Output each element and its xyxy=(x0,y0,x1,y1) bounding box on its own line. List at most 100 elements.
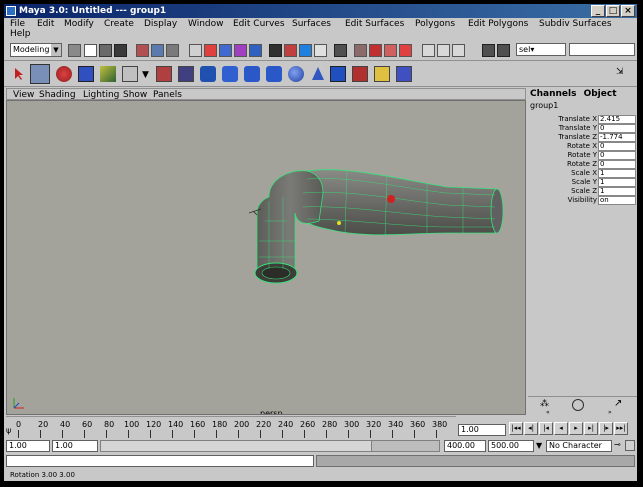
history-icon[interactable] xyxy=(269,44,282,57)
attach-curve-icon[interactable] xyxy=(374,66,390,82)
pipe-model[interactable] xyxy=(7,101,525,414)
channel-value[interactable]: 0 xyxy=(598,142,636,151)
range-slider[interactable] xyxy=(100,440,440,452)
channel-label[interactable]: Scale X xyxy=(571,169,597,178)
menu-edit-curves[interactable]: Edit Curves xyxy=(233,19,285,29)
snap-view-icon[interactable] xyxy=(234,44,247,57)
sphere-icon[interactable] xyxy=(288,66,304,82)
viewport-menu-view[interactable]: View xyxy=(13,90,34,100)
save-scene-icon[interactable] xyxy=(114,44,127,57)
selection-field[interactable]: sel▾ xyxy=(516,43,566,56)
playback-end-field[interactable]: 400.00 xyxy=(444,440,486,452)
play-forward-icon[interactable]: ▸ xyxy=(569,422,583,435)
layer-options-icon[interactable] xyxy=(572,399,584,411)
cut-curve-icon[interactable] xyxy=(352,66,368,82)
render-globals-icon[interactable] xyxy=(369,44,382,57)
layer-edit-icon[interactable]: ↗ xyxy=(614,398,622,409)
start-time-field[interactable]: 1.00 xyxy=(6,440,50,452)
layer-add-icon[interactable]: ⁂ xyxy=(540,399,549,409)
menu-create[interactable]: Create xyxy=(104,19,134,29)
character-set-field[interactable]: No Character xyxy=(546,440,612,452)
snap-point-icon[interactable] xyxy=(219,44,232,57)
channel-label[interactable]: Translate Z xyxy=(558,133,597,142)
channel-label[interactable]: Visibility xyxy=(568,196,597,205)
channel-box-toggle-icon[interactable] xyxy=(482,44,495,57)
playback-start-field[interactable]: 1.00 xyxy=(52,440,98,452)
minimize-icon[interactable]: _ xyxy=(591,5,605,17)
manipulator-icon[interactable] xyxy=(122,66,138,82)
character-dropdown-icon[interactable]: ▼ xyxy=(536,441,542,450)
new-scene-icon[interactable] xyxy=(84,44,97,57)
command-line-input[interactable] xyxy=(6,455,314,467)
channel-value[interactable]: -1.774 xyxy=(598,133,636,142)
channel-label[interactable]: Rotate Y xyxy=(568,151,597,160)
end-time-field[interactable]: 500.00 xyxy=(488,440,534,452)
quick-input-field[interactable] xyxy=(569,43,635,56)
channel-value[interactable]: 1 xyxy=(598,187,636,196)
time-slider[interactable]: ψ 0 20 40 60 80 100 120 140 160 180 200 … xyxy=(6,416,456,439)
step-back-icon[interactable]: |◂ xyxy=(539,422,553,435)
select-hierarchy-icon[interactable] xyxy=(136,44,149,57)
construction-icon[interactable] xyxy=(314,44,327,57)
ipr-render-icon[interactable] xyxy=(354,44,367,57)
menu-help[interactable]: Help xyxy=(10,29,31,39)
channel-label[interactable]: Rotate Z xyxy=(567,160,597,169)
attribute-editor-icon[interactable] xyxy=(437,44,450,57)
planar-icon[interactable] xyxy=(266,66,282,82)
channel-label[interactable]: Scale Z xyxy=(571,187,597,196)
menu-window[interactable]: Window xyxy=(188,19,224,29)
close-icon[interactable]: × xyxy=(621,5,635,17)
channel-value[interactable]: 0 xyxy=(598,151,636,160)
preferences-icon[interactable] xyxy=(625,440,635,451)
object-name[interactable]: group1 xyxy=(530,101,558,111)
scale-tool-icon[interactable] xyxy=(100,66,116,82)
sculpt-icon[interactable] xyxy=(396,66,412,82)
menu-file[interactable]: File xyxy=(10,19,25,29)
script-editor-icon[interactable] xyxy=(422,44,435,57)
viewport-menu-lighting[interactable]: Lighting xyxy=(83,90,119,100)
channel-value[interactable]: 2.415 xyxy=(598,115,636,124)
menu-set-dropdown[interactable]: Modeling ▼ xyxy=(10,43,62,57)
channel-label[interactable]: Translate X xyxy=(558,115,597,124)
channels-menu-label[interactable]: Channels xyxy=(530,89,576,99)
snap-grid-icon[interactable] xyxy=(189,44,202,57)
current-time-field[interactable]: 1.00 xyxy=(458,424,506,436)
play-backward-icon[interactable]: ◂ xyxy=(554,422,568,435)
perspective-viewport[interactable]: persp xyxy=(6,100,526,415)
channel-value[interactable]: on xyxy=(598,196,636,205)
mode-icon[interactable] xyxy=(68,44,81,57)
extrude-icon[interactable] xyxy=(244,66,260,82)
channel-value[interactable]: 0 xyxy=(598,124,636,133)
move-tool-icon[interactable] xyxy=(56,66,72,82)
channel-value[interactable]: 0 xyxy=(598,160,636,169)
menu-edit-surfaces[interactable]: Edit Surfaces xyxy=(345,19,404,29)
shelf-menu-icon[interactable]: ▼ xyxy=(142,70,152,80)
viewport-menu-show[interactable]: Show xyxy=(123,90,147,100)
scroll-left-icon[interactable]: « xyxy=(546,409,550,416)
menu-edit-polygons[interactable]: Edit Polygons xyxy=(468,19,528,29)
tool-settings-icon[interactable] xyxy=(452,44,465,57)
step-forward-key-icon[interactable]: |▸ xyxy=(599,422,613,435)
channel-label[interactable]: Rotate X xyxy=(567,142,597,151)
cone-icon[interactable] xyxy=(310,66,326,82)
auto-key-icon[interactable]: ⊸ xyxy=(614,440,621,449)
magnet-icon[interactable] xyxy=(399,44,412,57)
input-ops-icon[interactable] xyxy=(284,44,297,57)
rotate-tool-icon[interactable] xyxy=(78,66,94,82)
layout-icon[interactable] xyxy=(497,44,510,57)
lasso-tool-icon[interactable] xyxy=(30,64,50,84)
go-to-start-icon[interactable]: |◂◂ xyxy=(509,422,523,435)
range-slider-thumb[interactable] xyxy=(101,441,372,451)
menu-subdiv-surfaces[interactable]: Subdiv Surfaces xyxy=(539,19,612,29)
menu-modify[interactable]: Modify xyxy=(64,19,94,29)
step-back-key-icon[interactable]: ◂| xyxy=(524,422,538,435)
ep-curve-icon[interactable] xyxy=(178,66,194,82)
maximize-icon[interactable]: □ xyxy=(606,5,620,17)
step-forward-icon[interactable]: ▸| xyxy=(584,422,598,435)
shelf-collapse-icon[interactable]: ⇲ xyxy=(616,66,630,78)
scroll-right-icon[interactable]: » xyxy=(608,409,612,416)
open-scene-icon[interactable] xyxy=(99,44,112,57)
snap-surface-icon[interactable] xyxy=(249,44,262,57)
viewport-menu-shading[interactable]: Shading xyxy=(39,90,76,100)
viewport-menu-panels[interactable]: Panels xyxy=(153,90,182,100)
